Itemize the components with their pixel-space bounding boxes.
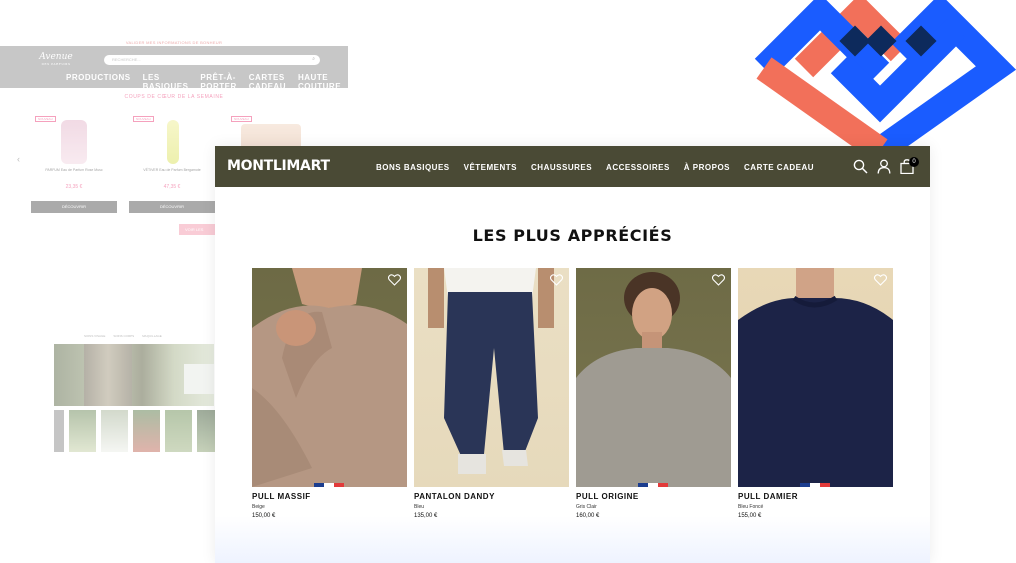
perfume-menu: PRODUCTIONS LES BASIQUES PRÊT-À-PORTER C… <box>66 73 429 91</box>
perfume-menu-item[interactable]: SOIN <box>407 73 429 91</box>
product-image[interactable] <box>252 268 407 487</box>
nav-icons: 0 <box>853 157 919 174</box>
product-image[interactable] <box>414 268 569 487</box>
thumbnail[interactable] <box>69 410 96 452</box>
perfume-header: Avenue DES PARFUMS RECHERCHE... ⌕ PRODUC… <box>0 46 428 91</box>
montlimart-site: MONTLIMART BONS BASIQUES VÊTEMENTS CHAUS… <box>215 146 930 563</box>
promo-bar: VALIDER MES INFORMATIONS DE BONHEUR <box>125 40 223 45</box>
menu-item-accessoires[interactable]: ACCESSOIRES <box>606 163 670 172</box>
product-color: Bleu Foncé <box>738 504 764 510</box>
french-flag-icon <box>638 483 668 487</box>
perfume-menu-item[interactable]: HAUTE COUTURE <box>298 73 341 91</box>
perfume-logo[interactable]: Avenue DES PARFUMS <box>34 52 78 66</box>
nature-nav-item[interactable]: SOINS CORPS <box>113 334 134 338</box>
menu-item-bons-basiques[interactable]: BONS BASIQUES <box>376 163 450 172</box>
perfume-search-placeholder: RECHERCHE... <box>112 57 141 62</box>
favorite-heart-icon[interactable] <box>712 274 725 286</box>
user-icon[interactable] <box>877 159 891 174</box>
menu-item-vetements[interactable]: VÊTEMENTS <box>464 163 517 172</box>
product-card[interactable]: PULL ORIGINE Gris Clair 160,00 € <box>576 268 731 519</box>
thumbnail[interactable] <box>165 410 192 452</box>
perfume-card[interactable]: NOUVEAU VÉTIVER Eau de Parfum Bergamote … <box>129 112 215 214</box>
thumbnail[interactable] <box>133 410 160 452</box>
cart-button[interactable]: 0 <box>900 157 919 174</box>
menu-item-chaussures[interactable]: CHAUSSURES <box>531 163 592 172</box>
nature-nav-item[interactable]: MAQUILLAGE <box>142 334 162 338</box>
discover-button[interactable]: DÉCOUVRIR <box>31 201 117 213</box>
model-photo <box>576 272 731 487</box>
brand-logo[interactable]: MONTLIMART <box>227 158 330 174</box>
chevron-left-icon[interactable]: ‹ <box>17 154 20 164</box>
product-name[interactable]: PULL MASSIF <box>252 492 407 501</box>
perfume-description: PARFUM Eau de Parfum Rose Musc <box>45 168 103 172</box>
nature-nav: SOINS VISAGE SOINS CORPS MAQUILLAGE <box>84 334 162 338</box>
perfume-search-input[interactable]: RECHERCHE... ⌕ <box>104 55 320 65</box>
model-photo <box>252 268 407 487</box>
product-card[interactable]: PANTALON DANDY Bleu 135,00 € <box>414 268 569 519</box>
product-grid: PULL MASSIF Beige 150,00 € <box>252 268 893 519</box>
french-flag-icon <box>800 483 830 487</box>
main-menu: BONS BASIQUES VÊTEMENTS CHAUSSURES ACCES… <box>376 163 814 172</box>
favorite-heart-icon[interactable] <box>550 274 563 286</box>
menu-item-a-propos[interactable]: À PROPOS <box>684 163 730 172</box>
perfume-menu-item[interactable]: CONTACT <box>353 73 395 91</box>
menu-item-carte-cadeau[interactable]: CARTE CADEAU <box>744 163 814 172</box>
perfume-logo-main: Avenue <box>39 52 73 62</box>
new-badge: NOUVEAU <box>133 116 154 122</box>
tree-trunk-image <box>84 344 132 406</box>
french-flag-icon <box>314 483 344 487</box>
nature-nav-item[interactable]: SOINS VISAGE <box>84 334 105 338</box>
perfume-menu-item[interactable]: PRÊT-À-PORTER <box>200 73 236 91</box>
main-navbar: MONTLIMART BONS BASIQUES VÊTEMENTS CHAUS… <box>215 146 930 187</box>
product-card[interactable]: PULL MASSIF Beige 150,00 € <box>252 268 407 519</box>
perfume-menu-item[interactable]: PRODUCTIONS <box>66 73 131 91</box>
search-icon[interactable]: ⌕ <box>312 56 315 62</box>
perfume-menu-item[interactable]: CARTES CADEAU <box>249 73 286 91</box>
perfume-description: VÉTIVER Eau de Parfum Bergamote <box>143 168 201 172</box>
product-color: Gris Clair <box>576 504 597 510</box>
product-name[interactable]: PULL DAMIER <box>738 492 893 501</box>
background-nature-site: SOINS VISAGE SOINS CORPS MAQUILLAGE <box>54 332 215 454</box>
screenshot-stage: VALIDER MES INFORMATIONS DE BONHEUR Aven… <box>0 0 1016 563</box>
favorite-heart-icon[interactable] <box>388 274 401 286</box>
cart-count-badge: 0 <box>909 157 919 167</box>
discover-button[interactable]: DÉCOUVRIR <box>129 201 215 213</box>
perfume-card[interactable]: NOUVEAU PARFUM Eau de Parfum Rose Musc 2… <box>31 112 117 214</box>
nature-hero-image <box>54 344 214 406</box>
see-more-button[interactable]: VOIR LES <box>179 224 219 235</box>
section-title: LES PLUS APPRÉCIÉS <box>472 226 673 245</box>
perfume-price: 47,35 € <box>163 184 181 190</box>
model-photo <box>428 268 554 474</box>
product-image[interactable] <box>738 268 893 487</box>
model-photo <box>738 268 893 487</box>
nature-thumbnails <box>54 410 215 452</box>
product-card[interactable]: PULL DAMIER Bleu Foncé 155,00 € <box>738 268 893 519</box>
bottom-fade <box>215 516 930 563</box>
thumbnail[interactable] <box>197 410 215 452</box>
new-badge: NOUVEAU <box>35 116 56 122</box>
perfume-menu-item[interactable]: LES BASIQUES <box>143 73 189 91</box>
product-name[interactable]: PANTALON DANDY <box>414 492 569 501</box>
thumbnail[interactable] <box>54 410 64 452</box>
heart-logo-icon <box>754 0 1016 150</box>
thumbnail[interactable] <box>101 410 128 452</box>
nature-text-box <box>184 364 214 394</box>
product-image[interactable] <box>576 268 731 487</box>
perfume-logo-sub: DES PARFUMS <box>41 62 71 66</box>
new-badge: NOUVEAU <box>231 116 252 122</box>
product-color: Beige <box>252 504 265 510</box>
search-icon[interactable] <box>853 159 868 174</box>
perfume-bottle-image <box>167 120 179 164</box>
perfume-price: 23,35 € <box>65 184 83 190</box>
perfume-bottle-image <box>61 120 87 164</box>
product-color: Bleu <box>414 504 425 510</box>
perfume-section-title: COUPS DE CŒUR DE LA SEMAINE <box>124 94 224 100</box>
favorite-heart-icon[interactable] <box>874 274 887 286</box>
product-name[interactable]: PULL ORIGINE <box>576 492 731 501</box>
